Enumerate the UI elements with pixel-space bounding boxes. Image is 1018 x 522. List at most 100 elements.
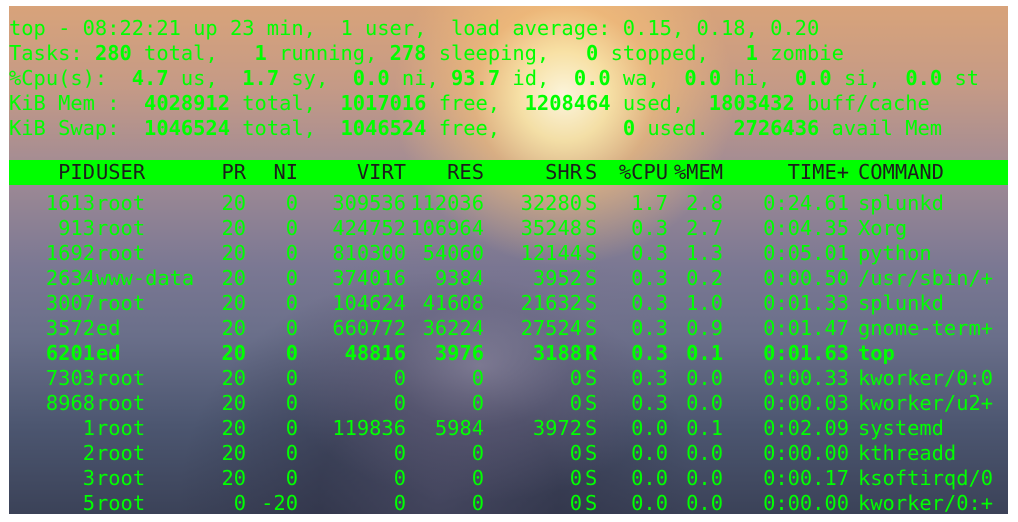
cell-user: root [96, 366, 146, 390]
cell-command: kthreadd [858, 441, 957, 465]
process-row[interactable]: 2 root 20 0 0 0 0 S 0.0 0.0 0:00.00 kthreadd [9, 441, 1008, 466]
cell-pid: 913 [58, 216, 95, 240]
cell-cpu-percent: 0.3 [631, 341, 668, 365]
cell-time: 0:01.33 [763, 291, 849, 315]
process-row[interactable]: 3 root 20 0 0 0 0 S 0.0 0.0 0:00.17 ksoftirqd/0 [9, 466, 1008, 491]
process-table-header[interactable]: PID USER PR NI VIRT RES SHR S %CPU %MEM … [9, 160, 1008, 185]
cell-cpu-percent: 0.3 [631, 316, 668, 340]
cell-res: 9384 [434, 266, 484, 290]
cpu-us: 4.7 [131, 66, 169, 90]
tasks-running-label: running, [266, 41, 390, 65]
cpu-ni-label: ni, [389, 66, 452, 90]
cell-command: systemd [858, 416, 944, 440]
process-row[interactable]: 1692 root 20 0 810300 54060 12144 S 0.3 1.3 0:05.0… [9, 241, 1008, 266]
cell-command: kworker/0:0 [858, 366, 994, 390]
process-row[interactable]: 6201 ed 20 0 48816 3976 3188 R 0.3 0.1 0:01.63 top [9, 341, 1008, 366]
cell-priority: 20 [221, 191, 246, 215]
col-header-state[interactable]: S [585, 160, 601, 185]
col-header-virt[interactable]: VIRT [309, 160, 406, 185]
mem-free-label: free, [426, 91, 525, 115]
cpu-line: %Cpu(s): 4.7 us, 1.7 sy, 0.0 ni, 93.7 id… [9, 66, 979, 91]
col-header-user[interactable]: USER [96, 160, 211, 185]
cell-priority: 20 [221, 341, 246, 365]
swap-total-label: total, [229, 116, 341, 140]
cell-user: root [96, 291, 146, 315]
process-row[interactable]: 3007 root 20 0 104624 41608 21632 S 0.3 1.0 0:01.3… [9, 291, 1008, 316]
cell-state: S [585, 266, 598, 290]
cell-mem-percent: 0.0 [686, 391, 723, 415]
cell-cpu-percent: 1.7 [631, 191, 668, 215]
swap-avail-label: avail Mem [819, 116, 943, 140]
cell-time: 0:00.50 [763, 266, 849, 290]
process-row[interactable]: 7303 root 20 0 0 0 0 S 0.3 0.0 0:00.33 kworker/0:0 [9, 366, 1008, 391]
cell-state: S [585, 391, 598, 415]
cell-mem-percent: 0.0 [686, 491, 723, 514]
cell-priority: 20 [221, 241, 246, 265]
process-row[interactable]: 3572 ed 20 0 660772 36224 27524 S 0.3 0.9 0:01.47 g… [9, 316, 1008, 341]
cell-cpu-percent: 0.0 [631, 416, 668, 440]
col-header-cpu[interactable]: %CPU [604, 160, 668, 185]
cell-command: /usr/sbin/+ [858, 266, 994, 290]
cell-mem-percent: 0.0 [686, 366, 723, 390]
terminal-window[interactable]: top - 08:22:21 up 23 min, 1 user, load a… [9, 6, 1008, 514]
process-row[interactable]: 2634 www-data 20 0 374016 9384 3952 S 0.3 0.2 0:00… [9, 266, 1008, 291]
process-row[interactable]: 1 root 20 0 119836 5984 3972 S 0.0 0.1 0:02.09 syst… [9, 416, 1008, 441]
swap-free-label: free, [426, 116, 623, 140]
cell-time: 0:05.01 [763, 241, 849, 265]
tasks-sleeping: 278 [389, 41, 427, 65]
cpu-hi: 0.0 [684, 66, 722, 90]
cell-priority: 20 [221, 316, 246, 340]
cell-priority: 20 [221, 366, 246, 390]
col-header-res[interactable]: RES [409, 160, 484, 185]
cpu-wa: 0.0 [573, 66, 611, 90]
cell-state: S [585, 216, 598, 240]
cell-user: root [96, 441, 146, 465]
cell-shr: 12144 [520, 241, 582, 265]
cell-virt: 48816 [344, 341, 406, 365]
cell-state: S [585, 241, 598, 265]
cell-user: ed [96, 341, 121, 365]
col-header-pid[interactable]: PID [21, 160, 95, 185]
cell-res: 112036 [410, 191, 484, 215]
cell-state: S [585, 366, 598, 390]
cell-mem-percent: 0.9 [686, 316, 723, 340]
col-header-pr[interactable]: PR [209, 160, 246, 185]
swap-used: 0 [622, 116, 636, 140]
cell-res: 0 [471, 366, 484, 390]
col-header-shr[interactable]: SHR [489, 160, 582, 185]
cell-nice: 0 [285, 391, 298, 415]
mem-label: KiB Mem : [9, 91, 145, 115]
tasks-line: Tasks: 280 total, 1 running, 278 sleepin… [9, 41, 844, 66]
cell-time: 0:00.17 [763, 466, 849, 490]
tasks-running: 1 [254, 41, 267, 65]
process-row[interactable]: 8968 root 20 0 0 0 0 S 0.3 0.0 0:00.03 kworker/u2+ [9, 391, 1008, 416]
col-header-ni[interactable]: NI [249, 160, 298, 185]
cell-res: 0 [471, 466, 484, 490]
cell-nice: 0 [285, 341, 298, 365]
cell-nice: -20 [261, 491, 298, 514]
cell-time: 0:00.03 [763, 391, 849, 415]
col-header-mem[interactable]: %MEM [669, 160, 723, 185]
cell-time: 0:24.61 [763, 191, 849, 215]
cpu-st-label: st [942, 66, 980, 90]
cell-res: 0 [471, 391, 484, 415]
col-header-time[interactable]: TIME+ [729, 160, 849, 185]
cell-user: root [96, 241, 146, 265]
cell-cpu-percent: 0.3 [631, 366, 668, 390]
cell-pid: 8968 [45, 391, 95, 415]
cell-pid: 6201 [45, 341, 95, 365]
process-row[interactable]: 913 root 20 0 424752 106964 35248 S 0.3 2.7 0:04.3… [9, 216, 1008, 241]
cell-priority: 20 [221, 416, 246, 440]
cell-virt: 119836 [332, 416, 406, 440]
cell-shr: 32280 [520, 191, 582, 215]
process-row[interactable]: 1613 root 20 0 309536 112036 32280 S 1.7 2.8 0:24.… [9, 191, 1008, 216]
cell-user: root [96, 216, 146, 240]
cell-state: S [585, 416, 598, 440]
process-row[interactable]: 5 root 0 -20 0 0 0 S 0.0 0.0 0:00.00 kworker/0:+ [9, 491, 1008, 514]
cell-shr: 3188 [532, 341, 582, 365]
cell-cpu-percent: 0.0 [631, 441, 668, 465]
cell-res: 41608 [422, 291, 484, 315]
cell-res: 5984 [434, 416, 484, 440]
col-header-command[interactable]: COMMAND [858, 160, 1008, 185]
cell-state: S [585, 316, 598, 340]
